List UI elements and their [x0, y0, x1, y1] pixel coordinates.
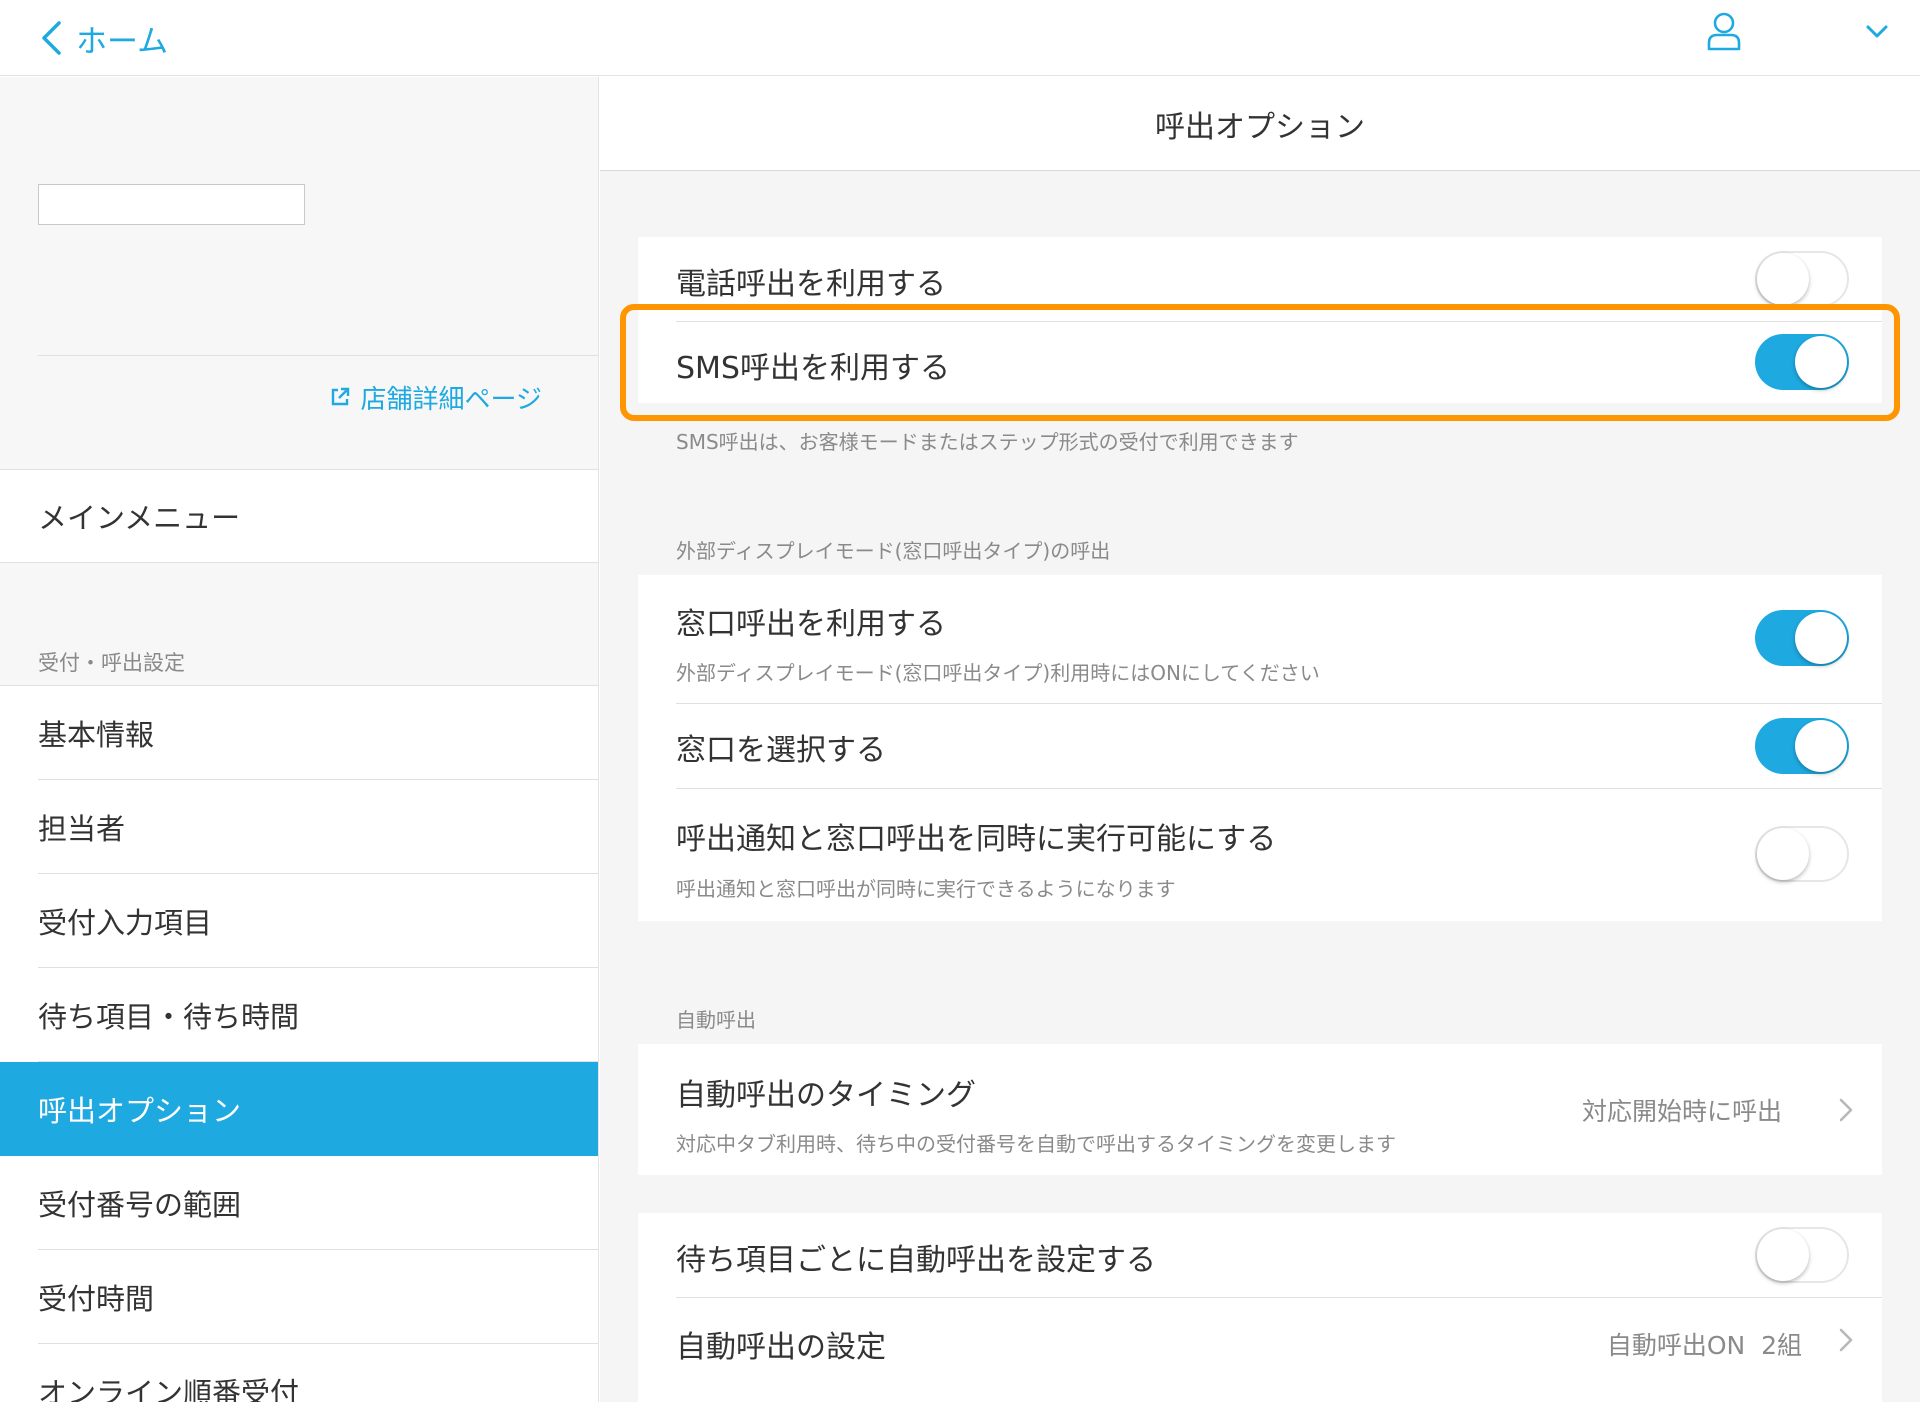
sidebar: 店舗詳細ページ メインメニュー 受付・呼出設定 基本情報 担当者 受付入力項目 …: [0, 77, 599, 1402]
toggle-knob: [1795, 612, 1847, 664]
auto-timing-sub: 対応中タブ利用時、待ち中の受付番号を自動で呼出するタイミングを変更します: [676, 1132, 1396, 1156]
main-panel: 呼出オプション 電話呼出を利用する SMS呼出を利用する SMS呼出は、お客様モ…: [600, 77, 1920, 1402]
simultaneous-label: 呼出通知と窓口呼出を同時に実行可能にする: [676, 822, 1277, 857]
window-select-toggle[interactable]: [1755, 718, 1849, 774]
back-label: ホーム: [76, 23, 169, 60]
sidebar-item-label: 待ち項目・待ち時間: [38, 1000, 300, 1034]
simultaneous-row: 呼出通知と窓口呼出を同時に実行可能にする 呼出通知と窓口呼出が同時に実行できるよ…: [638, 789, 1882, 921]
sidebar-item-label: 基本情報: [38, 718, 155, 752]
toggle-knob: [1795, 720, 1847, 772]
auto-settings-label: 自動呼出の設定: [676, 1330, 886, 1365]
sidebar-item-number-range[interactable]: 受付番号の範囲: [0, 1156, 598, 1250]
top-bar: ホーム: [0, 0, 1920, 76]
sidebar-item-label: 担当者: [38, 812, 126, 846]
window-call-toggle[interactable]: [1755, 610, 1849, 666]
sidebar-item-call-options[interactable]: 呼出オプション: [0, 1062, 598, 1156]
sms-call-row: SMS呼出を利用する: [638, 322, 1882, 403]
main-menu-item[interactable]: メインメニュー: [0, 469, 598, 563]
sidebar-list: 基本情報 担当者 受付入力項目 待ち項目・待ち時間 呼出オプション 受付番号の範…: [0, 685, 598, 1402]
window-select-row: 窓口を選択する: [638, 704, 1882, 788]
sms-call-toggle[interactable]: [1755, 334, 1849, 390]
window-call-sub: 外部ディスプレイモード(窓口呼出タイプ)利用時にはONにしてください: [676, 661, 1320, 685]
phone-call-label: 電話呼出を利用する: [676, 267, 946, 302]
window-call-row: 窓口呼出を利用する 外部ディスプレイモード(窓口呼出タイプ)利用時にはONにして…: [638, 575, 1882, 703]
window-call-label: 窓口呼出を利用する: [676, 607, 946, 642]
chevron-right-icon: [1839, 1328, 1853, 1352]
sms-help-text: SMS呼出は、お客様モードまたはステップ形式の受付で利用できます: [676, 430, 1299, 454]
toggle-knob: [1757, 828, 1809, 880]
auto-settings-value: 自動呼出ON 2組: [1606, 1331, 1802, 1360]
main-menu-label: メインメニュー: [38, 501, 241, 535]
auto-timing-label: 自動呼出のタイミング: [676, 1078, 976, 1113]
simultaneous-sub: 呼出通知と窓口呼出が同時に実行できるようになります: [676, 877, 1176, 901]
sidebar-item-input-fields[interactable]: 受付入力項目: [0, 874, 598, 968]
chevron-right-icon: [1839, 1098, 1853, 1122]
page-title: 呼出オプション: [600, 77, 1920, 171]
chevron-down-icon[interactable]: [1864, 18, 1890, 44]
sidebar-item-basic-info[interactable]: 基本情報: [0, 686, 598, 780]
sidebar-item-wait-items[interactable]: 待ち項目・待ち時間: [0, 968, 598, 1062]
store-name-box: [38, 184, 305, 225]
back-button[interactable]: ホーム: [40, 8, 168, 68]
divider: [38, 355, 598, 356]
back-chevron-icon: [42, 21, 61, 55]
phone-call-row: 電話呼出を利用する: [638, 237, 1882, 321]
sidebar-item-label: 受付入力項目: [38, 906, 213, 940]
auto-timing-value: 対応開始時に呼出: [1581, 1097, 1782, 1126]
window-select-label: 窓口を選択する: [676, 733, 886, 768]
user-icon[interactable]: [1706, 11, 1742, 51]
auto-settings-row[interactable]: 自動呼出の設定 自動呼出ON 2組: [638, 1298, 1882, 1382]
sms-call-label: SMS呼出を利用する: [676, 351, 950, 386]
toggle-knob: [1757, 253, 1809, 305]
toggle-knob: [1757, 1229, 1809, 1281]
sidebar-item-label: 呼出オプション: [38, 1094, 242, 1128]
phone-call-toggle[interactable]: [1755, 251, 1849, 307]
sidebar-item-label: 受付番号の範囲: [38, 1188, 242, 1222]
external-link-icon: [331, 387, 349, 406]
store-detail-label: 店舗詳細ページ: [360, 384, 542, 415]
sidebar-item-staff[interactable]: 担当者: [0, 780, 598, 874]
per-item-row: 待ち項目ごとに自動呼出を設定する: [638, 1213, 1882, 1297]
per-item-label: 待ち項目ごとに自動呼出を設定する: [676, 1243, 1156, 1278]
sidebar-item-label: オンライン順番受付: [38, 1376, 300, 1402]
auto-timing-card[interactable]: 自動呼出のタイミング 対応中タブ利用時、待ち中の受付番号を自動で呼出するタイミン…: [638, 1044, 1882, 1175]
store-detail-link[interactable]: 店舗詳細ページ: [329, 377, 542, 417]
auto-section-label: 自動呼出: [676, 1008, 756, 1032]
display-section-label: 外部ディスプレイモード(窓口呼出タイプ)の呼出: [676, 539, 1111, 563]
sidebar-item-label: 受付時間: [38, 1282, 155, 1316]
sidebar-item-reception-hours[interactable]: 受付時間: [0, 1250, 598, 1344]
sidebar-section-label: 受付・呼出設定: [38, 651, 185, 675]
display-call-card: 窓口呼出を利用する 外部ディスプレイモード(窓口呼出タイプ)利用時にはONにして…: [638, 575, 1882, 921]
sidebar-item-online-queue[interactable]: オンライン順番受付: [0, 1344, 598, 1402]
per-item-toggle[interactable]: [1755, 1227, 1849, 1283]
simultaneous-toggle[interactable]: [1755, 826, 1849, 882]
call-method-card: 電話呼出を利用する SMS呼出を利用する: [638, 237, 1882, 403]
auto-settings-card: 待ち項目ごとに自動呼出を設定する 自動呼出の設定 自動呼出ON 2組: [638, 1213, 1882, 1402]
toggle-knob: [1795, 336, 1847, 388]
